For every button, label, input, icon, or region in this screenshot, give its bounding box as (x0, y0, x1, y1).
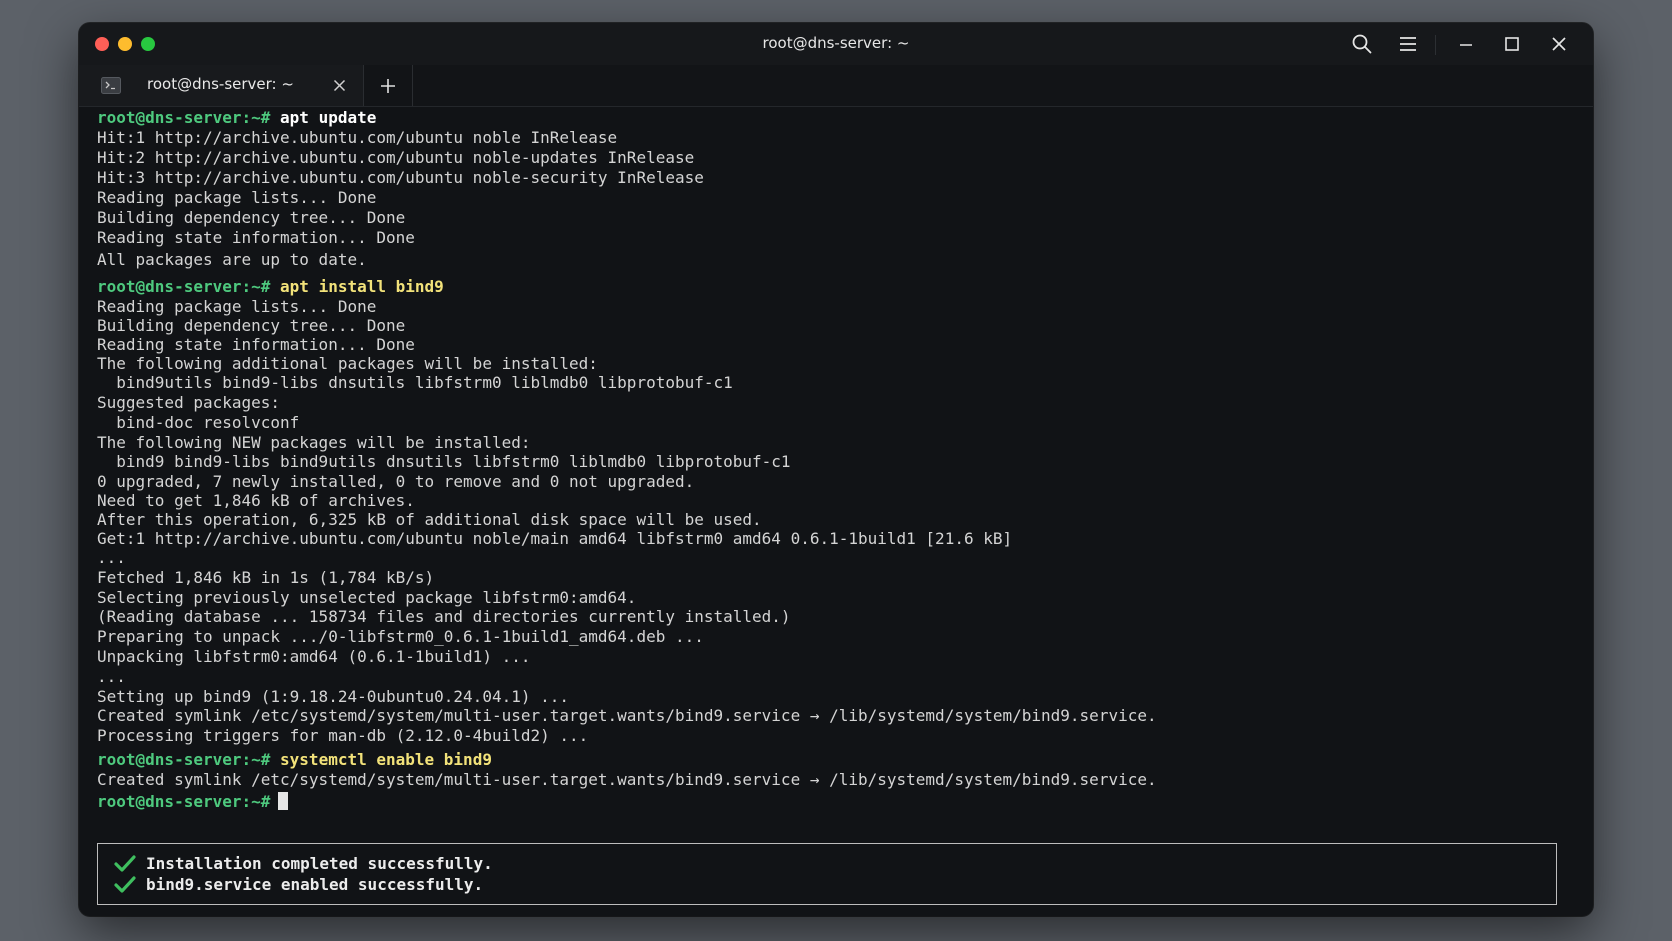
tab-bar: root@dns-server: ~ (79, 65, 1593, 107)
output-line: ... (97, 548, 126, 567)
prompt: root@dns-server:~# (97, 750, 271, 769)
output-line: bind9utils bind9-libs dnsutils libfstrm0… (97, 373, 733, 392)
output-line: bind-doc resolvconf (97, 413, 300, 432)
new-tab-button[interactable] (364, 65, 413, 106)
output-line: Reading state information... Done (97, 335, 415, 354)
output-line: Need to get 1,846 kB of archives. (97, 491, 415, 510)
minimize-icon[interactable] (1455, 33, 1477, 55)
tab-terminal[interactable]: root@dns-server: ~ (79, 65, 364, 106)
maximize-icon[interactable] (1501, 33, 1523, 55)
output-line: Hit:3 http://archive.ubuntu.com/ubuntu n… (97, 168, 704, 187)
checkmark-icon (114, 854, 136, 874)
close-icon[interactable] (1548, 33, 1570, 55)
checkmark-icon (114, 875, 136, 895)
output-line: Created symlink /etc/systemd/system/mult… (97, 706, 1157, 725)
summary-text: Installation completed successfully. (146, 854, 493, 873)
output-line: After this operation, 6,325 kB of additi… (97, 510, 762, 529)
summary-text: bind9.service enabled successfully. (146, 875, 484, 894)
output-line: Preparing to unpack .../0-libfstrm0_0.6.… (97, 627, 704, 646)
summary-box: Installation completed successfully. bin… (97, 843, 1557, 905)
tab-close-icon[interactable] (332, 78, 347, 93)
command-line: root@dns-server:~# apt install bind9 (97, 277, 444, 297)
output-line: Setting up bind9 (1:9.18.24-0ubuntu0.24.… (97, 687, 570, 706)
menu-icon[interactable] (1397, 33, 1419, 55)
summary-item: bind9.service enabled successfully. (114, 875, 483, 895)
output-line: bind9 bind9-libs bind9utils dnsutils lib… (97, 452, 791, 471)
output-line: 0 upgraded, 7 newly installed, 0 to remo… (97, 472, 695, 491)
command-line: root@dns-server:~# apt update (97, 108, 376, 128)
terminal-icon (101, 77, 121, 94)
output-line: All packages are up to date. (97, 250, 367, 269)
terminal-window: root@dns-server: ~ root@dns-server: ~ ro… (79, 23, 1593, 916)
plus-icon (381, 79, 395, 93)
output-line: Suggested packages: (97, 393, 281, 412)
output-line: Hit:1 http://archive.ubuntu.com/ubuntu n… (97, 128, 618, 147)
output-line: Fetched 1,846 kB in 1s (1,784 kB/s) (97, 568, 435, 587)
output-line: ... (97, 667, 126, 686)
command-text: systemctl enable bind9 (280, 750, 492, 769)
output-line: The following NEW packages will be insta… (97, 433, 531, 452)
output-line: Unpacking libfstrm0:amd64 (0.6.1-1build1… (97, 647, 531, 666)
output-line: Reading package lists... Done (97, 188, 377, 207)
output-line: Hit:2 http://archive.ubuntu.com/ubuntu n… (97, 148, 695, 167)
output-line: Selecting previously unselected package … (97, 588, 637, 607)
search-icon[interactable] (1351, 33, 1373, 55)
command-text: apt update (280, 108, 377, 127)
output-line: The following additional packages will b… (97, 354, 598, 373)
prompt: root@dns-server:~# (97, 277, 271, 296)
text-cursor (278, 792, 289, 810)
tab-label: root@dns-server: ~ (147, 75, 294, 93)
output-line: Created symlink /etc/systemd/system/mult… (97, 770, 1157, 789)
summary-item: Installation completed successfully. (114, 854, 493, 874)
titlebar-divider (1435, 35, 1436, 55)
output-line: Reading state information... Done (97, 228, 415, 247)
command-line: root@dns-server:~# systemctl enable bind… (97, 750, 492, 770)
output-line: Building dependency tree... Done (97, 316, 406, 335)
prompt: root@dns-server:~# (97, 792, 271, 811)
current-prompt-line[interactable]: root@dns-server:~# (97, 792, 289, 812)
output-line: Get:1 http://archive.ubuntu.com/ubuntu n… (97, 529, 1013, 548)
output-line: Processing triggers for man-db (2.12.0-4… (97, 726, 589, 745)
output-line: Reading package lists... Done (97, 297, 377, 316)
command-text: apt install bind9 (280, 277, 444, 296)
output-line: (Reading database ... 158734 files and d… (97, 607, 791, 626)
prompt: root@dns-server:~# (97, 108, 271, 127)
title-bar: root@dns-server: ~ (79, 23, 1593, 65)
output-line: Building dependency tree... Done (97, 208, 406, 227)
